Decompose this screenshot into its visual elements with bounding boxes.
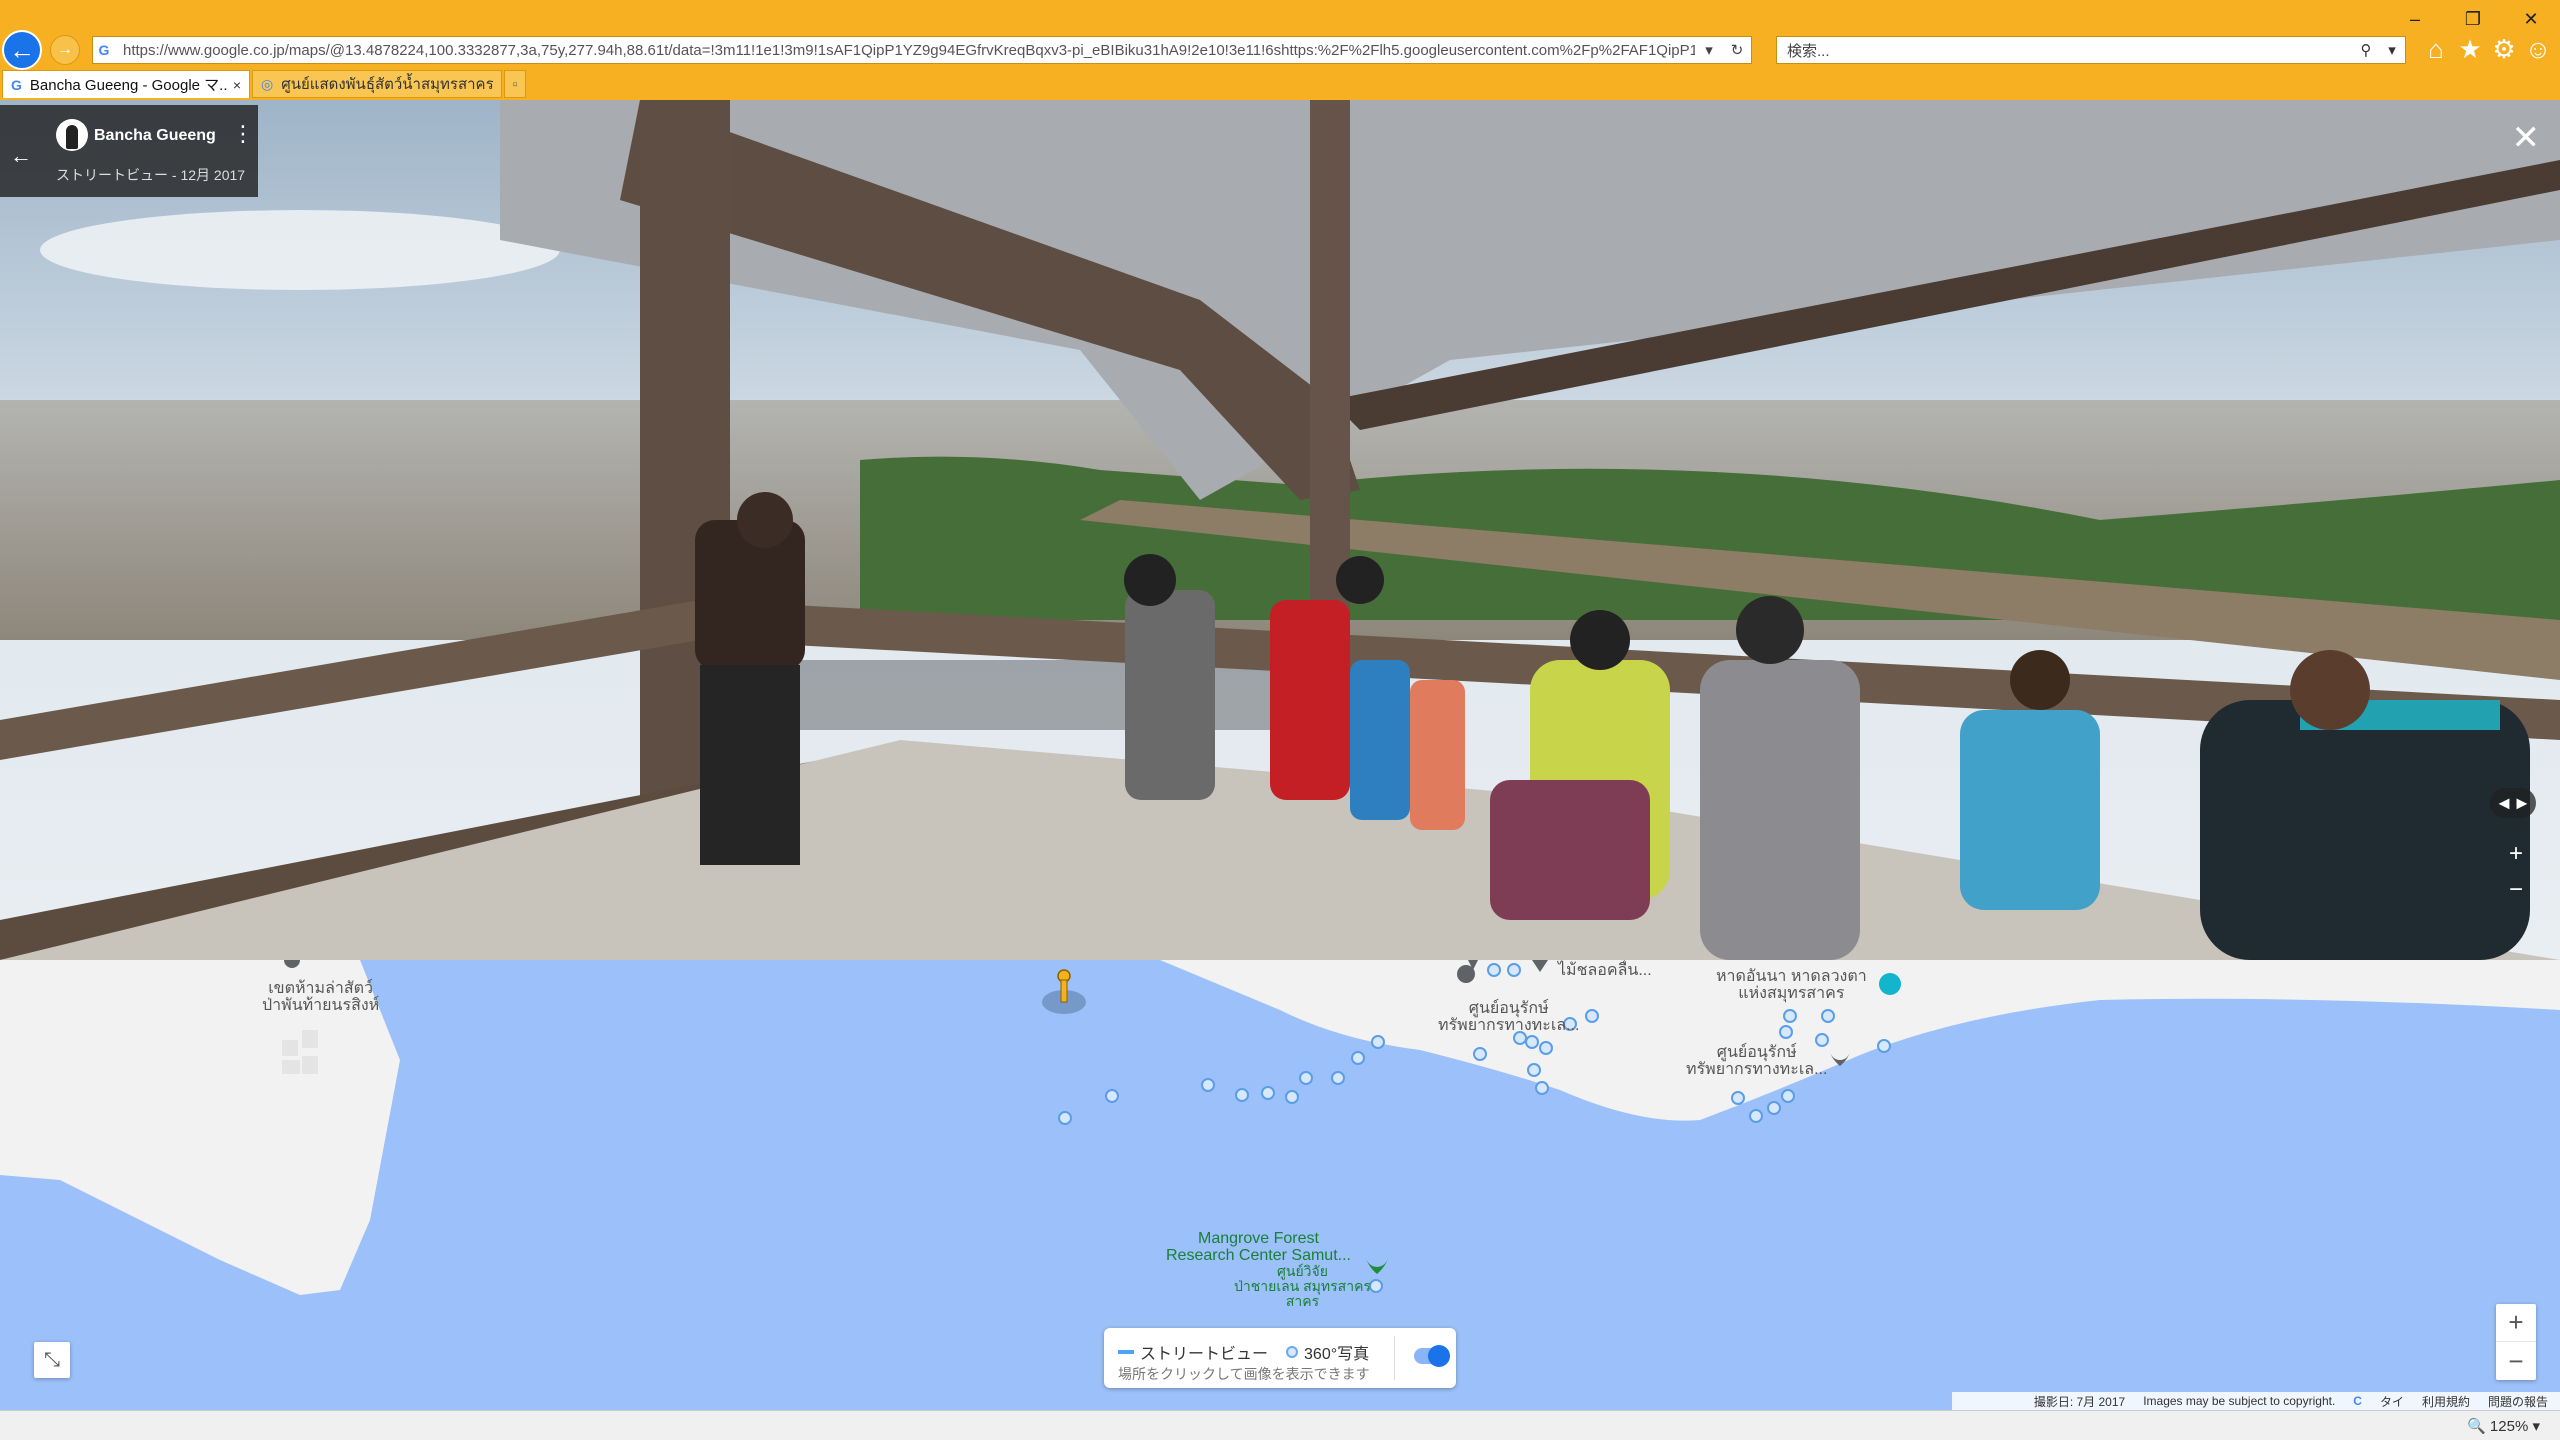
capture-date: ストリートビュー - 12月 2017 [56,167,246,183]
label-text: ศูนย์อนุรักษ์ ทรัพยากรทางทะเล... [1686,1044,1828,1078]
zoom-level[interactable]: 🔍 125% ▾ [2467,1417,2540,1435]
more-vert-icon[interactable]: ⋮ [232,123,254,145]
url-text[interactable]: https://www.google.co.jp/maps/@13.487822… [115,42,1695,59]
streetview-layer-toggle[interactable] [1414,1345,1450,1367]
copyright-text: Images may be subject to copyright. [2143,1394,2336,1408]
arrow-left-icon: ← [9,34,35,65]
search-box[interactable]: 検索... ⚲ ▾ [1776,36,2406,64]
map-label-beach[interactable]: หาดอันนา หาดลวงตา แห่งสมุทรสาคร [1716,968,1867,1002]
zoom-out-icon[interactable]: − [2496,1342,2536,1380]
arrow-right-icon: → [57,41,73,58]
panorama-image [0,100,2560,960]
legend-row: ストリートビュー 360°写真 [1118,1340,1369,1364]
home-icon[interactable]: ⌂ [2424,34,2448,64]
label-text: ศูนย์อนุรักษ์ ทรัพยากรทางทะเล... [1438,1000,1580,1034]
streetview-legend: ストリートビュー 360°写真 場所をクリックして画像を表示できます [1104,1328,1456,1388]
region-link[interactable]: タイ [2380,1393,2404,1410]
address-bar[interactable]: G https://www.google.co.jp/maps/@13.4878… [92,36,1752,64]
map-attribution: 撮影日: 7月 2017 Images may be subject to co… [1952,1392,2560,1410]
report-link[interactable]: 問題の報告 [2488,1393,2548,1410]
legend-streetview: ストリートビュー [1140,1346,1269,1363]
google-favicon-icon: G [98,42,110,58]
streetview-info-card: ← Bancha Gueeng ⋮ ストリートビュー - 12月 2017 [0,105,258,197]
map-label-mangrove-center[interactable]: Mangrove Forest Research Center Samut... [1166,1230,1351,1264]
streetview-panorama[interactable]: ═ [0,100,2560,960]
zoom-in-icon[interactable]: + [2498,836,2534,872]
zoom-value: 125% [2489,1418,2529,1435]
photo-dot-icon [1286,1346,1299,1358]
collapse-icon: ⤡ [44,1348,60,1371]
refresh-icon[interactable]: ↻ [1723,41,1751,59]
arrow-left-icon[interactable]: ← [10,143,32,169]
label-text: Mangrove Forest Research Center Samut... [1166,1230,1351,1264]
label-text: เขตห้ามล่าสัตว์ ป่าพันท้ายนรสิงห์ [262,980,380,1014]
label-text: ศูนย์วิจัย ป่าชายเลน สมุทรสาคร สาคร [1234,1263,1371,1309]
terms-link[interactable]: 利用規約 [2422,1393,2470,1410]
label-text: หาดอันนา หาดลวงตา แห่งสมุทรสาคร [1716,968,1867,1002]
map-label-marine-center-2[interactable]: ศูนย์อนุรักษ์ ทรัพยากรทางทะเล... [1686,1044,1827,1078]
legend-hint: 場所をクリックして画像を表示できます [1118,1366,1370,1382]
capture-date-text: 撮影日: 7月 2017 [2033,1394,2126,1409]
toolbar-icons: ⌂ ★ ⚙ ☺ [2424,34,2552,64]
new-tab-button[interactable]: ▫ [504,70,526,98]
google-favicon-icon: G [11,76,22,93]
star-icon[interactable]: ★ [2458,34,2482,64]
tab-aquarium[interactable]: ◎ ศูนย์แสดงพันธุ์สัตว์น้ำสมุทรสาคร สม... [252,70,502,98]
search-icon[interactable]: ⚲ [2353,41,2379,59]
page-favicon-icon: ◎ [261,75,274,92]
tab-google-maps[interactable]: G Bancha Gueeng - Google マ... × [2,70,250,98]
map-label-mangrove-thai[interactable]: ศูนย์วิจัย ป่าชายเลน สมุทรสาคร สาคร [1234,1264,1371,1309]
map-label-marine-center-1[interactable]: ศูนย์อนุรักษ์ ทรัพยากรทางทะเล... [1438,1000,1579,1034]
compass-icon[interactable]: ◄► [2490,788,2536,818]
status-bar: 🔍 125% ▾ [0,1410,2560,1440]
forward-button[interactable]: → [50,35,80,65]
divider [1394,1336,1395,1380]
dropdown-icon[interactable]: ▾ [1695,41,1723,59]
restore-icon[interactable]: ❐ [2444,4,2502,34]
tab-label: ศูนย์แสดงพันธุ์สัตว์น้ำสมุทรสาคร สม... [281,76,493,93]
collapse-map-button[interactable]: ⤡ [34,1342,70,1378]
author-name[interactable]: Bancha Gueeng [94,127,216,145]
avatar[interactable] [56,119,88,151]
map-label-wave-breaker[interactable]: ไม้ชลอคลื่น... [1558,962,1652,979]
close-tab-icon[interactable]: × [233,77,241,93]
gear-icon[interactable]: ⚙ [2492,34,2516,64]
window-controls: – ❐ ✕ [2386,4,2560,34]
streetview-line-icon [1118,1350,1134,1354]
zoom-out-icon[interactable]: − [2498,872,2534,908]
zoom-in-icon[interactable]: + [2496,1304,2536,1342]
map-label-wildlife-reserve[interactable]: เขตห้ามล่าสัตว์ ป่าพันท้ายนรสิงห์ [262,980,379,1014]
new-tab-icon: ▫ [512,75,518,93]
close-icon[interactable]: ✕ [2512,118,2541,158]
smiley-icon[interactable]: ☺ [2525,34,2552,64]
browser-window: ← → G https://www.google.co.jp/maps/@13.… [0,0,2560,1440]
google-logo-icon: C [2353,1394,2362,1408]
map-zoom-controls: + − [2496,1304,2536,1380]
close-window-icon[interactable]: ✕ [2502,4,2560,34]
legend-360: 360°写真 [1304,1346,1370,1363]
minimize-icon[interactable]: – [2386,4,2444,34]
tab-label: Bancha Gueeng - Google マ... [29,77,227,94]
back-button[interactable]: ← [2,30,42,70]
search-placeholder[interactable]: 検索... [1787,40,2353,61]
chevron-down-icon[interactable]: ▾ [2379,41,2405,59]
panorama-zoom-controls: + − [2498,836,2534,908]
label-text: ไม้ชลอคลื่น... [1558,962,1652,979]
